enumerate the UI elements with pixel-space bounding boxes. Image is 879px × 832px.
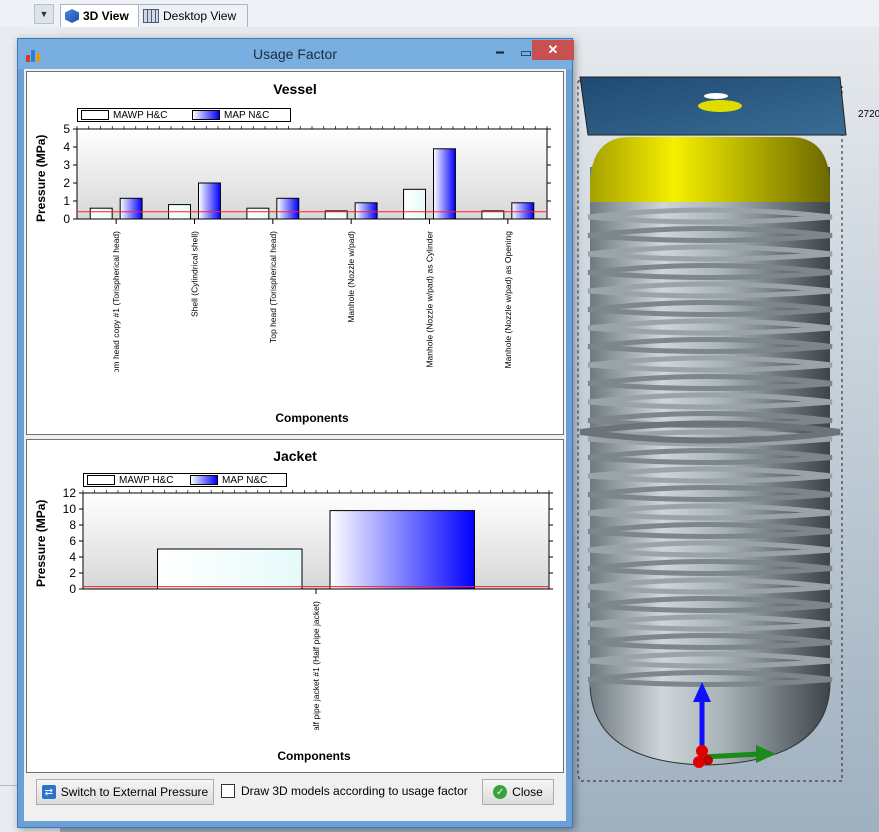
close-window-button[interactable]: ✕ bbox=[532, 40, 574, 60]
vessel-bar-map bbox=[198, 182, 221, 220]
jacket-y-tick-label: 2 bbox=[69, 566, 76, 580]
vessel-y-tick-label: 5 bbox=[63, 122, 70, 136]
jacket-y-tick-label: 8 bbox=[69, 518, 76, 532]
vessel-chart-panel: Vessel MAWP H&C MAP N&C Pressure (MPa) 0… bbox=[26, 71, 564, 435]
vessel-plot-area bbox=[76, 128, 548, 220]
vessel-x-axis-label: Components bbox=[275, 411, 349, 425]
vessel-chart-plot: 0 1 2 3 4 5 Bottom head copy #1 (Torispherical… bbox=[63, 122, 551, 372]
vessel-category-label: Shell (Cylindrical shell) bbox=[190, 231, 200, 317]
desktop-icon bbox=[143, 9, 159, 23]
jacket-category-label: Half pipe jacket #1 (Half pipe jacket) bbox=[311, 601, 321, 730]
vessel-bar-map bbox=[354, 202, 378, 220]
vessel-category-label: Manhole (Nozzle w/pad) bbox=[346, 231, 356, 323]
checkbox-box[interactable] bbox=[221, 784, 235, 798]
switch-icon: ⇄ bbox=[41, 785, 56, 799]
cube-icon bbox=[65, 9, 79, 23]
close-button[interactable]: ✓ Close bbox=[482, 779, 554, 805]
jacket-y-tick-label: 10 bbox=[63, 502, 77, 516]
jacket-y-tick-label: 6 bbox=[69, 534, 76, 548]
tab-desktop-view[interactable]: Desktop View bbox=[138, 4, 248, 27]
tab-desktop-view-label: Desktop View bbox=[163, 9, 237, 23]
vessel-category-label: Manhole (Nozzle w/pad) as Cylinder bbox=[425, 231, 435, 368]
vessel-category-label: Bottom head copy #1 (Torispherical head) bbox=[111, 231, 121, 372]
vessel-category-label: Top head (Torispherical head) bbox=[268, 231, 278, 343]
jacket-chart-plot: 0 2 4 6 8 10 12 Half pipe jacket #1 (Half pipe … bbox=[63, 486, 553, 730]
vessel-bar-map bbox=[433, 148, 456, 220]
jacket-x-axis-label: Components bbox=[277, 749, 351, 763]
jacket-y-tick-label: 12 bbox=[63, 486, 77, 500]
dimension-label: 2720 bbox=[858, 109, 879, 120]
close-button-label: Close bbox=[512, 785, 543, 799]
tab-3d-view-label: 3D View bbox=[83, 9, 129, 23]
vessel-bar-mawp bbox=[89, 207, 113, 220]
jacket-plot-area bbox=[82, 492, 550, 590]
jacket-chart-panel: Jacket MAWP H&C MAP N&C Pressure (MPa) 0… bbox=[26, 439, 564, 773]
check-icon: ✓ bbox=[493, 785, 508, 799]
vessel-bar-mawp bbox=[403, 188, 427, 220]
minimize-button[interactable]: ━ bbox=[488, 42, 512, 64]
vessel-y-tick-label: 1 bbox=[63, 194, 70, 208]
dialog-title-bar[interactable]: Usage Factor ━ ▭ ✕ bbox=[18, 39, 574, 69]
checkbox-label: Draw 3D models according to usage factor bbox=[241, 784, 468, 798]
dialog-client-area: Vessel MAWP H&C MAP N&C Pressure (MPa) 0… bbox=[24, 69, 566, 821]
vessel-bar-map bbox=[119, 197, 143, 220]
switch-to-external-pressure-button[interactable]: ⇄ Switch to External Pressure bbox=[36, 779, 214, 805]
vessel-category-label: Manhole (Nozzle w/pad) as Opening bbox=[503, 231, 513, 369]
tab-dropdown-chevron-icon[interactable]: ▼ bbox=[34, 4, 54, 24]
usage-factor-dialog[interactable]: Usage Factor ━ ▭ ✕ Vessel MAWP H&C MAP N… bbox=[17, 38, 574, 828]
vessel-y-tick-label: 2 bbox=[63, 176, 70, 190]
jacket-bar-mawp bbox=[157, 548, 303, 590]
jacket-y-tick-label: 0 bbox=[69, 582, 76, 596]
draw-3d-models-checkbox[interactable]: Draw 3D models according to usage factor bbox=[221, 784, 468, 798]
vessel-y-tick-label: 3 bbox=[63, 158, 70, 172]
jacket-bar-map bbox=[329, 510, 475, 590]
vessel-bar-map bbox=[276, 197, 300, 220]
vessel-y-tick-label: 0 bbox=[63, 212, 70, 226]
vessel-bar-mawp bbox=[246, 207, 270, 220]
vessel-bar-map bbox=[511, 202, 535, 220]
vessel-y-tick-label: 4 bbox=[63, 140, 70, 154]
jacket-y-tick-label: 4 bbox=[69, 550, 76, 564]
tab-3d-view[interactable]: 3D View bbox=[60, 4, 148, 27]
switch-button-label: Switch to External Pressure bbox=[60, 785, 209, 799]
